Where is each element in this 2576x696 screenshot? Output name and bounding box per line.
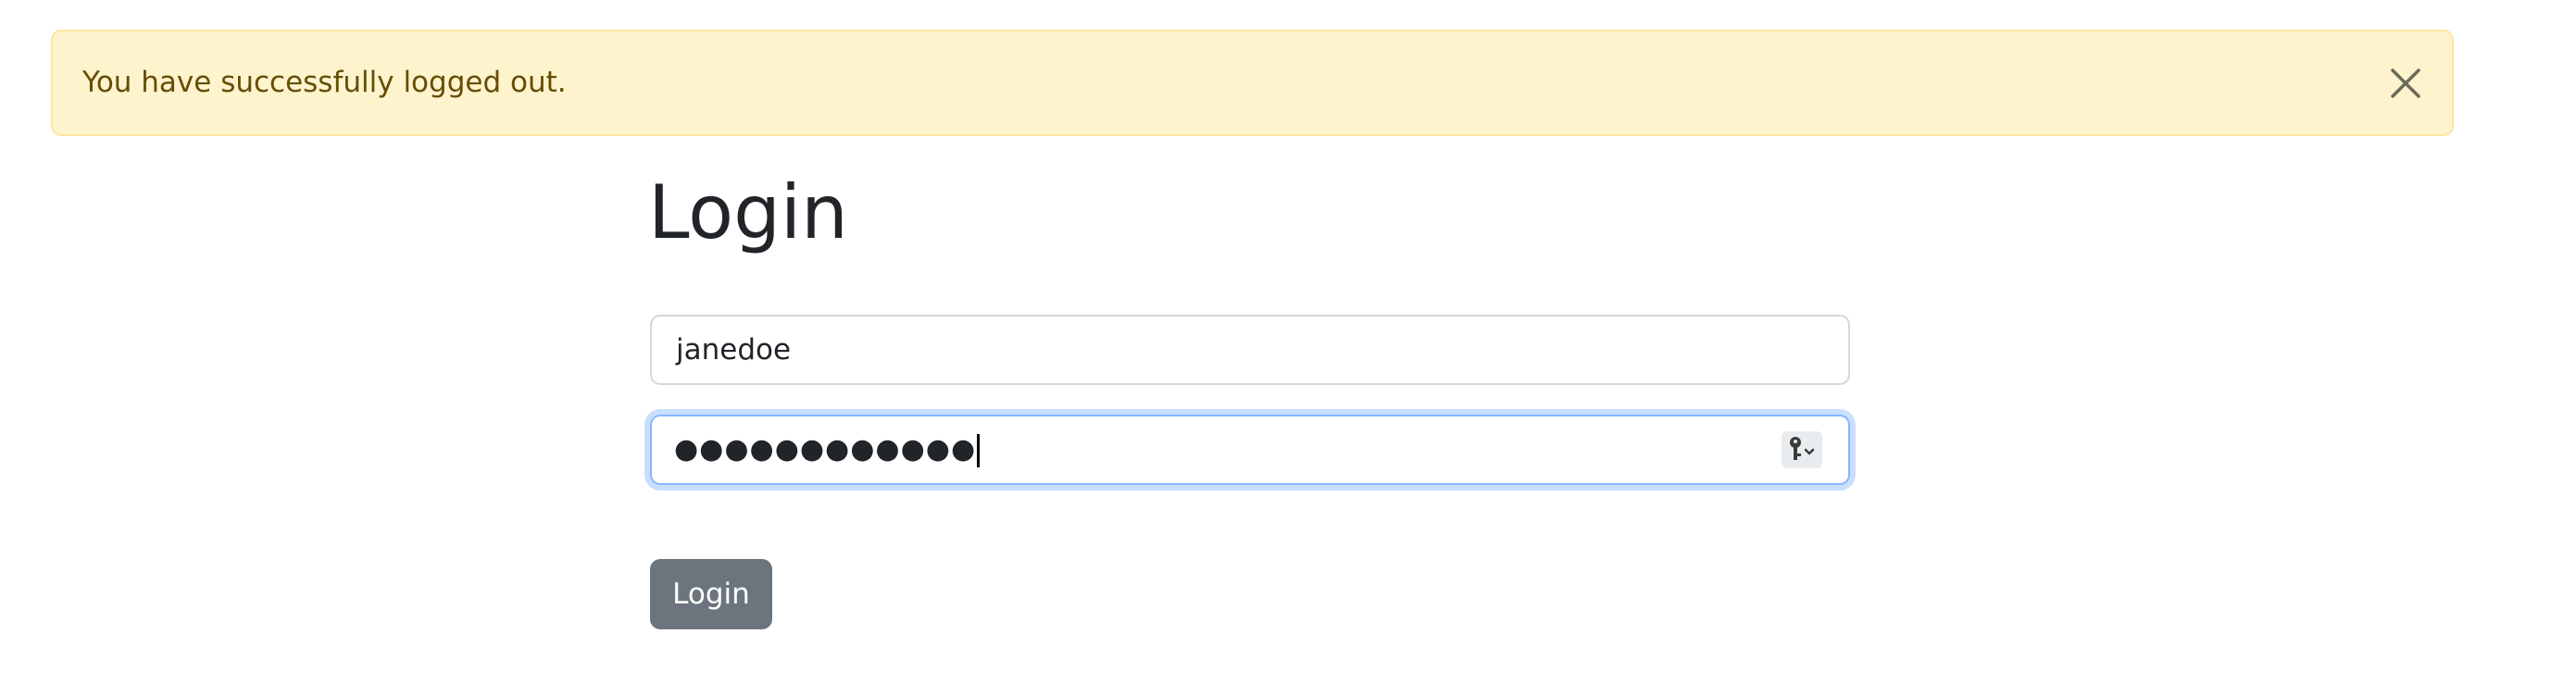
password-value: ●●●●●●●●●●●● <box>674 416 981 483</box>
login-button[interactable]: Login <box>650 559 772 629</box>
username-field[interactable]: janedoe <box>650 315 1850 385</box>
page: You have successfully logged out. Login … <box>0 0 2576 696</box>
username-value: janedoe <box>676 333 792 367</box>
alert-message: You have successfully logged out. <box>82 66 567 99</box>
password-field[interactable]: ●●●●●●●●●●●● <box>650 415 1850 485</box>
text-caret <box>977 433 981 467</box>
close-icon[interactable] <box>2387 65 2424 102</box>
password-mask: ●●●●●●●●●●●● <box>674 433 977 466</box>
logout-alert: You have successfully logged out. <box>51 30 2454 136</box>
page-title: Login <box>648 169 848 255</box>
key-icon[interactable] <box>1782 431 1822 468</box>
